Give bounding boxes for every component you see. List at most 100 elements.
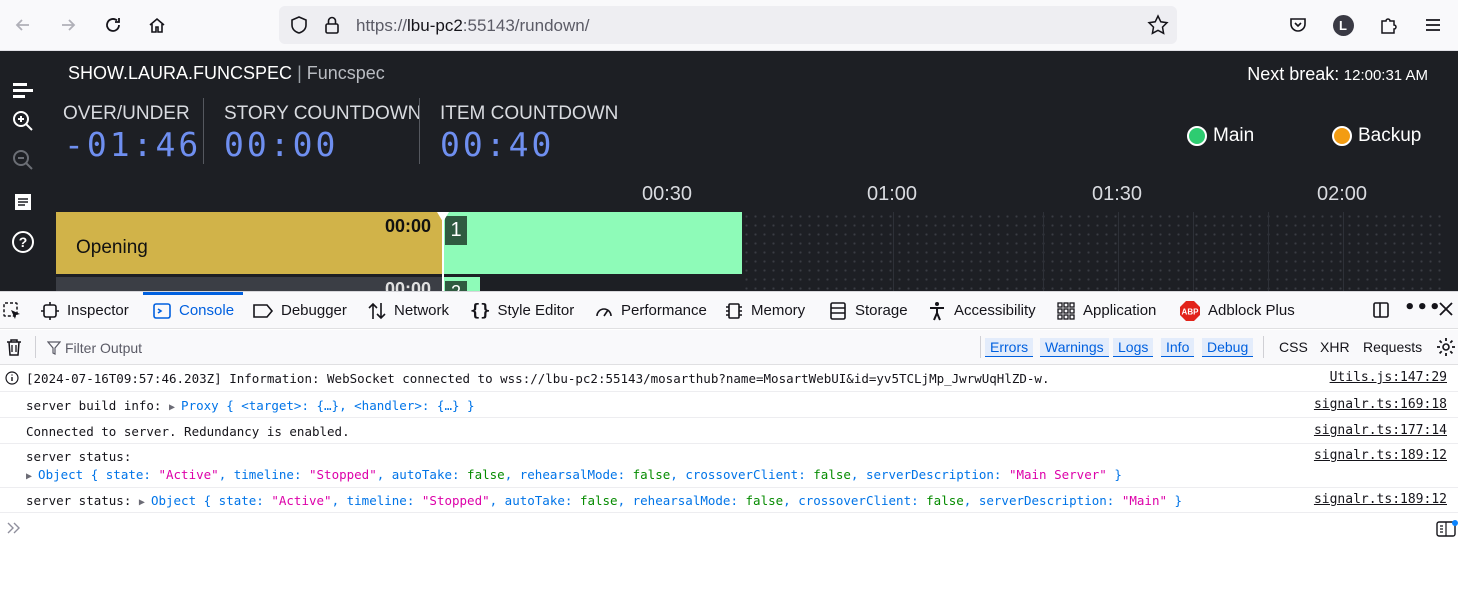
filter-requests-button[interactable]: Requests	[1363, 339, 1422, 355]
url-path: :55143/rundown/	[462, 16, 590, 35]
menu-button[interactable]	[1418, 10, 1448, 40]
more-options-icon[interactable]: •••	[1404, 297, 1442, 318]
story-block-opening[interactable]: 00:00 Opening	[56, 212, 443, 274]
trash-icon[interactable]	[5, 337, 23, 361]
level-logs-button[interactable]: Logs	[1113, 338, 1154, 357]
item-block-1[interactable]: 1	[443, 212, 742, 274]
expand-triangle-icon[interactable]: ▶	[139, 497, 151, 508]
tab-accessibility[interactable]: Accessibility	[927, 292, 1036, 329]
editor-mode-icon[interactable]	[1436, 520, 1458, 542]
item-number-badge: 2	[445, 281, 467, 291]
tab-label: Memory	[751, 302, 806, 319]
filter-css-button[interactable]: CSS	[1279, 339, 1308, 355]
rundown-list-icon[interactable]	[10, 78, 36, 104]
tab-memory[interactable]: Memory	[724, 292, 805, 329]
tab-debugger[interactable]: Debugger	[252, 292, 347, 329]
console-message: Connected to server. Redundancy is enabl…	[0, 418, 1458, 444]
storage-icon	[830, 301, 846, 320]
level-errors-button[interactable]: Errors	[985, 338, 1034, 357]
filter-xhr-button[interactable]: XHR	[1320, 339, 1350, 355]
main-server-status: Main	[1187, 125, 1254, 147]
message-source-link[interactable]: signalr.ts:189:12	[1314, 492, 1447, 507]
expand-triangle-icon[interactable]: ▶	[169, 402, 181, 413]
reload-button[interactable]	[98, 10, 128, 40]
level-debug-button[interactable]: Debug	[1202, 338, 1254, 357]
tab-network[interactable]: Network	[367, 292, 449, 329]
url-bar[interactable]: https://lbu-pc2:55143/rundown/	[279, 6, 1177, 44]
console-settings-gear-icon[interactable]	[1436, 337, 1456, 361]
tracking-protection-shield-icon[interactable]	[289, 15, 309, 39]
performance-icon	[596, 307, 612, 316]
tab-label: Performance	[621, 302, 707, 319]
console-message: server status: ▶ Object { state: "Active…	[0, 444, 1458, 488]
message-source-link[interactable]: signalr.ts:189:12	[1314, 448, 1447, 463]
item-block-2[interactable]: 2	[443, 277, 480, 291]
timeline-tick: 02:00	[1317, 183, 1368, 205]
tab-label: Application	[1083, 302, 1157, 319]
notes-icon[interactable]	[10, 189, 36, 215]
show-name: SHOW.LAURA.FUNCSPEC	[68, 63, 293, 83]
forward-button[interactable]	[53, 10, 83, 40]
home-button[interactable]	[142, 10, 172, 40]
show-title: SHOW.LAURA.FUNCSPEC | Funcspec	[68, 63, 385, 84]
dock-side-icon[interactable]	[1371, 300, 1391, 325]
console-message: [2024-07-16T09:57:46.203Z] Information: …	[0, 365, 1458, 392]
tab-label: Style Editor	[497, 302, 575, 319]
counter-divider	[203, 98, 204, 164]
tab-inspector[interactable]: Inspector	[40, 292, 129, 329]
timeline-gridline	[1343, 212, 1344, 291]
console-input-row[interactable]	[0, 513, 1458, 543]
tab-adblock-plus[interactable]: ABP Adblock Plus	[1179, 292, 1295, 329]
devtools-toolbar: Inspector Console Debugger Network {} St…	[0, 291, 1458, 329]
expand-triangle-icon[interactable]: ▶	[26, 471, 38, 482]
tab-label: Inspector	[67, 302, 129, 319]
timeline-tick: 00:30	[642, 183, 693, 205]
message-source-link[interactable]: Utils.js:147:29	[1330, 370, 1447, 385]
over-under-value: -01:46	[64, 125, 202, 164]
console-message: server build info: ▶ Proxy { <target>: {…	[0, 392, 1458, 418]
zoom-in-icon[interactable]	[10, 108, 36, 134]
level-warnings-button[interactable]: Warnings	[1040, 338, 1109, 357]
close-devtools-icon[interactable]	[1437, 300, 1455, 323]
tab-style-editor[interactable]: {} Style Editor	[470, 292, 574, 329]
timeline-empty-area	[742, 212, 1444, 291]
bookmark-star-icon[interactable]	[1147, 14, 1169, 40]
story-block-2[interactable]: 00:00	[56, 277, 443, 291]
adblock-plus-icon: ABP	[1180, 300, 1200, 321]
main-server-label: Main	[1213, 125, 1255, 146]
help-icon[interactable]: ?	[10, 229, 36, 255]
show-subtitle: Funcspec	[306, 63, 385, 83]
url-scheme: https://	[356, 16, 408, 35]
network-icon	[368, 302, 386, 319]
zoom-out-icon[interactable]	[10, 147, 36, 173]
extensions-button[interactable]	[1373, 10, 1403, 40]
puzzle-icon	[1381, 18, 1397, 34]
filter-output-input[interactable]: Filter Output	[65, 340, 142, 356]
braces-icon: {}	[470, 300, 491, 321]
svg-text:ABP: ABP	[1182, 307, 1200, 316]
object-preview[interactable]: ▶ Object { state: "Active", timeline: "S…	[26, 467, 1122, 482]
pocket-button[interactable]	[1283, 10, 1313, 40]
tab-label: Storage	[855, 302, 908, 319]
level-info-button[interactable]: Info	[1161, 338, 1195, 357]
backup-server-status: Backup	[1332, 125, 1421, 147]
element-picker-icon[interactable]	[2, 301, 22, 325]
lock-icon[interactable]	[323, 15, 341, 39]
tab-performance[interactable]: Performance	[594, 292, 707, 329]
tab-console[interactable]: Console	[143, 292, 244, 329]
counter-divider	[419, 98, 420, 164]
story-countdown-value: 00:00	[224, 125, 339, 164]
message-source-link[interactable]: signalr.ts:169:18	[1314, 397, 1447, 412]
object-preview[interactable]: Proxy { <target>: {…}, <handler>: {…} }	[181, 398, 475, 413]
tab-application[interactable]: Application	[1056, 292, 1156, 329]
account-button[interactable]: L	[1328, 10, 1358, 40]
back-button[interactable]	[8, 10, 38, 40]
object-preview[interactable]: Object { state: "Active", timeline: "Sto…	[151, 493, 1182, 508]
message-source-link[interactable]: signalr.ts:177:14	[1314, 423, 1447, 438]
url-text[interactable]: https://lbu-pc2:55143/rundown/	[356, 16, 589, 36]
tab-storage[interactable]: Storage	[828, 292, 908, 329]
divider	[35, 336, 36, 358]
prompt-chevron-icon	[6, 520, 22, 540]
browser-toolbar: https://lbu-pc2:55143/rundown/ L	[0, 0, 1458, 51]
tab-label: Accessibility	[954, 302, 1036, 319]
